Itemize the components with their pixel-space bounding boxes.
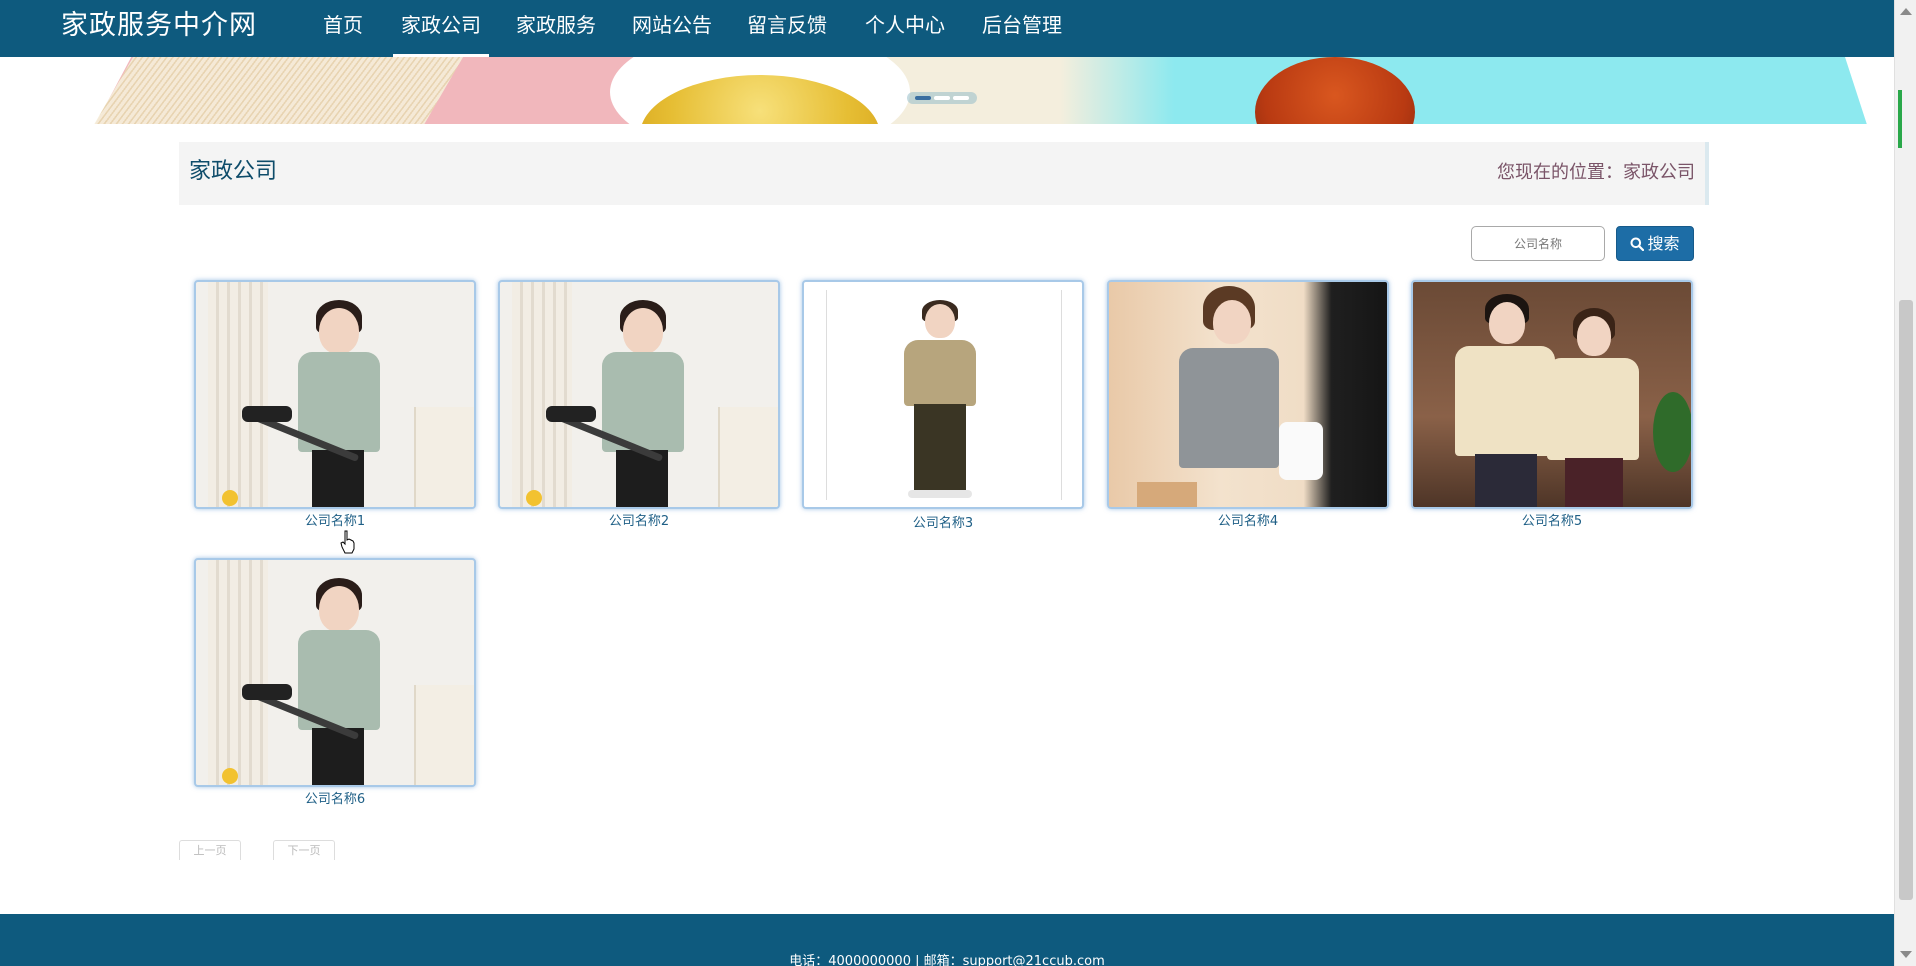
- carousel-indicators: [907, 92, 977, 104]
- company-card[interactable]: 公司名称2: [498, 280, 780, 531]
- company-card[interactable]: 公司名称5: [1411, 280, 1693, 531]
- scrollbar-thumb[interactable]: [1899, 300, 1913, 900]
- nav-item-admin[interactable]: 后台管理: [982, 0, 1062, 57]
- search-button-label: 搜索: [1647, 234, 1680, 253]
- prev-page-button[interactable]: 上一页: [179, 840, 241, 860]
- nav-item-feedback[interactable]: 留言反馈: [747, 0, 827, 57]
- company-name-search-input[interactable]: [1471, 226, 1605, 261]
- scroll-down-arrow-icon[interactable]: [1900, 951, 1912, 958]
- next-page-button[interactable]: 下一页: [273, 840, 335, 860]
- nav-item-home[interactable]: 首页: [323, 0, 363, 57]
- section-header: 家政公司 您现在的位置：家政公司: [179, 142, 1709, 205]
- company-card[interactable]: 公司名称4: [1107, 280, 1389, 531]
- top-navbar: 家政服务中介网 首页 家政公司 家政服务 网站公告 留言反馈 个人中心 后台管理: [0, 0, 1894, 57]
- company-image[interactable]: [1107, 280, 1389, 509]
- company-name[interactable]: 公司名称2: [498, 513, 780, 531]
- vertical-scrollbar[interactable]: [1894, 0, 1916, 966]
- nav-item-services[interactable]: 家政服务: [516, 0, 596, 57]
- company-image[interactable]: [802, 280, 1084, 509]
- company-name[interactable]: 公司名称1: [194, 513, 476, 531]
- nav-item-companies[interactable]: 家政公司: [393, 0, 489, 57]
- banner-decoration: [1838, 57, 1894, 124]
- hand-cursor-icon: [340, 530, 355, 554]
- scroll-up-arrow-icon[interactable]: [1900, 8, 1912, 15]
- carousel-dot-2[interactable]: [934, 96, 950, 100]
- banner-noodles-image: [81, 57, 469, 124]
- carousel-dot-1[interactable]: [915, 96, 931, 100]
- footer-contact: 电话：4000000000 | 邮箱：support@21ccub.com: [789, 954, 1105, 966]
- search-icon: [1630, 229, 1645, 262]
- nav-item-announcements[interactable]: 网站公告: [632, 0, 712, 57]
- company-image[interactable]: [1411, 280, 1693, 509]
- company-name[interactable]: 公司名称4: [1107, 513, 1389, 531]
- search-button[interactable]: 搜索: [1616, 226, 1694, 261]
- carousel-dot-3[interactable]: [953, 96, 969, 100]
- company-card[interactable]: 公司名称1: [194, 280, 476, 531]
- company-image[interactable]: [194, 558, 476, 787]
- company-card[interactable]: 公司名称3: [802, 280, 1084, 533]
- page-title: 家政公司: [189, 159, 278, 184]
- breadcrumb: 您现在的位置：家政公司: [1497, 162, 1695, 183]
- site-brand[interactable]: 家政服务中介网: [61, 8, 257, 44]
- company-name[interactable]: 公司名称6: [194, 791, 476, 809]
- footer: 电话：4000000000 | 邮箱：support@21ccub.com: [0, 914, 1894, 966]
- scroll-position-marker: [1898, 90, 1914, 148]
- company-name[interactable]: 公司名称3: [802, 515, 1084, 533]
- banner-spoon-image: [1255, 57, 1415, 124]
- company-name[interactable]: 公司名称5: [1411, 513, 1693, 531]
- nav-item-personal-center[interactable]: 个人中心: [865, 0, 945, 57]
- company-image[interactable]: [498, 280, 780, 509]
- company-image[interactable]: [194, 280, 476, 509]
- company-card[interactable]: 公司名称6: [194, 558, 476, 809]
- banner-carousel[interactable]: [0, 57, 1894, 124]
